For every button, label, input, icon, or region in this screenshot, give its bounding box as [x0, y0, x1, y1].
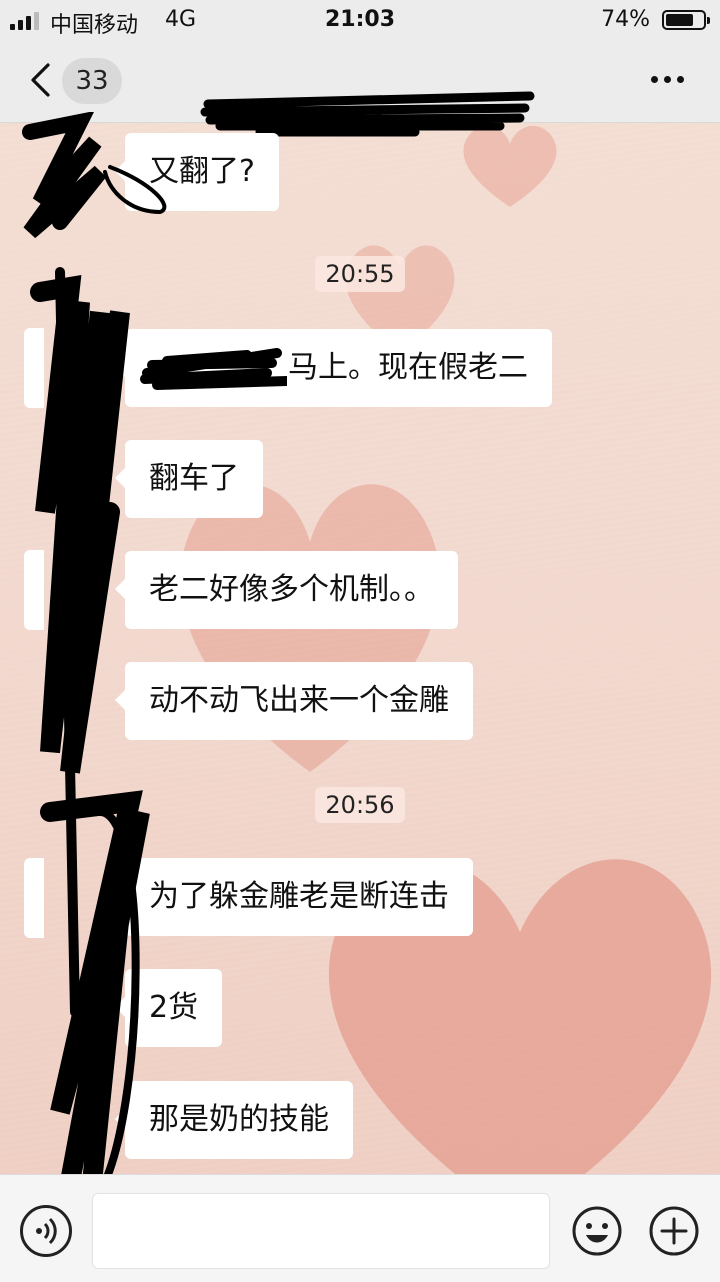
unread-count-badge[interactable]: 33 [62, 58, 122, 104]
chat-header: 33 [0, 40, 720, 137]
chevron-left-icon[interactable] [28, 62, 52, 98]
battery-percent: 74% [601, 7, 650, 32]
message-input-bar [0, 1174, 720, 1282]
status-bar: 中国移动 4G 21:03 74% [0, 0, 720, 40]
battery-icon [662, 10, 710, 30]
emoji-icon[interactable] [571, 1205, 623, 1257]
redacted-avatars [22, 112, 167, 1212]
plus-icon[interactable] [648, 1205, 700, 1257]
voice-icon[interactable] [20, 1205, 72, 1257]
more-options-button[interactable] [651, 76, 684, 83]
message-text-input[interactable] [92, 1193, 550, 1269]
ellipsis-icon [651, 76, 658, 83]
message-text: 马上。现在假老二 [288, 350, 528, 385]
